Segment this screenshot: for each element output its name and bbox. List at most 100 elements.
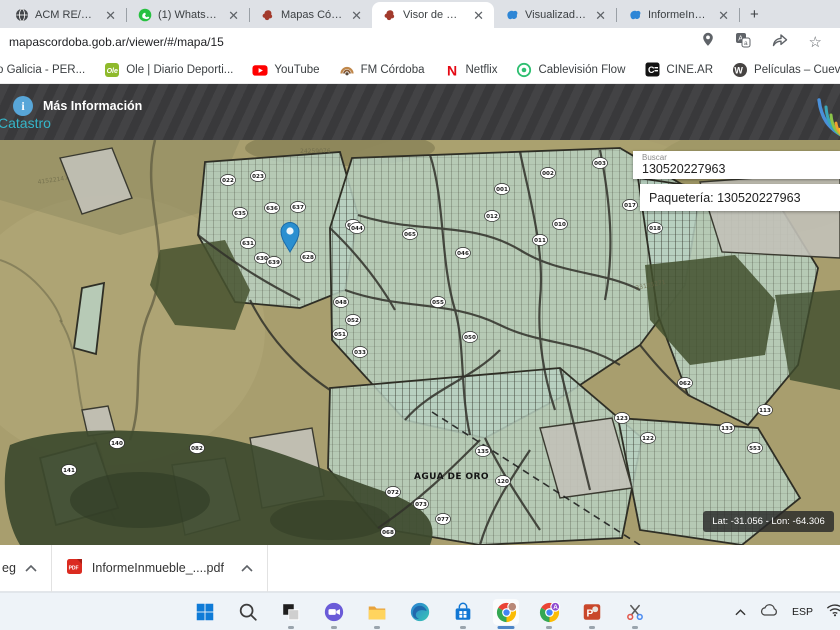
fm-cordoba-icon — [339, 62, 355, 78]
new-tab-button[interactable]: + — [750, 6, 759, 23]
chrome-profile-2-icon[interactable]: A — [536, 599, 562, 625]
bookmark-fm-cordoba[interactable]: FM Córdoba — [339, 62, 425, 78]
catastro-label: Catastro — [0, 115, 51, 131]
edge-browser-icon[interactable] — [407, 599, 433, 625]
language-indicator[interactable]: ESP — [792, 606, 813, 618]
cinear-icon: C — [644, 62, 660, 78]
tab-label: Mapas Córdoba — [281, 9, 343, 21]
svg-text:Ole: Ole — [107, 68, 118, 75]
parcel-badge-number: 044 — [351, 226, 363, 232]
share-icon[interactable] — [772, 33, 788, 52]
parcel-badge-number: 639 — [268, 260, 280, 266]
whatsapp-icon — [137, 8, 152, 23]
close-icon[interactable]: ✕ — [593, 9, 608, 22]
tab-label: InformeInmueble — [648, 9, 710, 21]
windows-taskbar: A P ESP — [0, 592, 840, 630]
close-icon[interactable]: ✕ — [349, 9, 364, 22]
more-info-button[interactable]: i Más Información — [13, 96, 142, 116]
divider — [267, 545, 268, 592]
powerpoint-icon[interactable]: P — [579, 599, 605, 625]
svg-text:N: N — [447, 62, 457, 78]
parcel-badge-number: 072 — [387, 490, 399, 496]
task-view-icon[interactable] — [278, 599, 304, 625]
parcel-badge-number: 140 — [111, 441, 123, 447]
search-suggestion[interactable]: Paquetería: 130520227963 — [640, 184, 840, 211]
parcel-badge-number: 628 — [302, 255, 314, 261]
bookmark-netflix[interactable]: N Netflix — [444, 62, 498, 78]
bookmark-ole[interactable]: Ole Ole | Diario Deporti... — [104, 62, 233, 78]
microsoft-store-icon[interactable] — [450, 599, 476, 625]
tab-label: Visor de Mapas — [403, 9, 465, 21]
pdf-file-icon: PDF — [66, 558, 83, 578]
tab-visualizador-catastral[interactable]: Visualizador Catas ✕ — [494, 2, 616, 28]
mapas-cordoba-icon — [382, 8, 397, 23]
download-item-truncated[interactable]: eg — [0, 545, 51, 592]
parcel-badge-number: 637 — [292, 205, 304, 211]
wifi-icon[interactable] — [826, 603, 840, 622]
svg-text:C: C — [648, 65, 655, 75]
url-field[interactable]: mapascordoba.gob.ar/viewer/#/mapa/15 — [9, 35, 702, 49]
place-label-agua-de-oro: AGUA DE ORO — [414, 472, 489, 482]
parcel-badge-number: 553 — [749, 446, 761, 452]
parcel-badge-number: 012 — [486, 214, 498, 220]
close-icon[interactable]: ✕ — [226, 9, 241, 22]
chevron-up-icon[interactable] — [25, 565, 37, 572]
mapas-cordoba-icon — [260, 8, 275, 23]
location-pin-icon[interactable] — [702, 32, 714, 52]
parcel-badge-number: 073 — [415, 502, 427, 508]
svg-text:PDF: PDF — [69, 566, 79, 572]
search-label: Buscar — [642, 154, 840, 162]
onedrive-cloud-icon[interactable] — [759, 603, 779, 622]
map-search-box[interactable]: Buscar 130520227963 — [633, 151, 840, 179]
file-explorer-icon[interactable] — [364, 599, 390, 625]
parcel-badge-number: 010 — [554, 222, 566, 228]
faint-parcel-number: 24259076 — [300, 148, 331, 155]
tab-mapas-cordoba[interactable]: Mapas Córdoba ✕ — [250, 2, 372, 28]
chrome-profile-1-icon[interactable] — [493, 599, 519, 625]
parcel-badge-number: 077 — [437, 517, 449, 523]
chevron-up-icon[interactable] — [241, 565, 253, 572]
chevron-up-icon[interactable] — [735, 603, 746, 621]
bookmark-cuevana[interactable]: W Películas – Cuevana... — [732, 62, 840, 78]
start-button[interactable] — [192, 599, 218, 625]
map-viewport[interactable]: 41522147 24259076 33185271 AGUA DE ORO 0… — [0, 140, 840, 545]
parcel-badge-number: 033 — [354, 350, 366, 356]
screen: ACM RE/MAX ✕ (1) WhatsApp ✕ Mapas Córdob… — [0, 0, 840, 630]
mapascordoba-logo-icon — [816, 94, 840, 140]
bookmarks-bar: o Galicia - PER... Ole Ole | Diario Depo… — [0, 56, 840, 84]
tab-divider — [739, 8, 740, 22]
bookmark-youtube[interactable]: YouTube — [252, 62, 319, 78]
search-icon[interactable] — [235, 599, 261, 625]
catastro-blue-icon — [627, 8, 642, 23]
bookmark-cinear[interactable]: C CINE.AR — [644, 62, 713, 78]
ole-icon: Ole — [104, 62, 120, 78]
snipping-tool-icon[interactable] — [622, 599, 648, 625]
close-icon[interactable]: ✕ — [716, 9, 731, 22]
search-input[interactable]: 130520227963 — [642, 162, 840, 176]
chat-icon[interactable] — [321, 599, 347, 625]
translate-icon[interactable]: Aa — [735, 32, 751, 53]
parcel-badge-number: 052 — [347, 318, 359, 324]
download-item-pdf[interactable]: PDF InformeInmueble_....pdf — [52, 545, 267, 592]
parcel-badge-number: 113 — [759, 408, 771, 414]
parcel-badge-number: 017 — [624, 203, 636, 209]
svg-text:a: a — [744, 40, 748, 47]
bookmark-cablevision-flow[interactable]: Cablevisión Flow — [516, 62, 625, 78]
tab-visor-de-mapas-active[interactable]: Visor de Mapas ✕ — [372, 2, 494, 28]
tab-informeinmueble[interactable]: InformeInmueble ✕ — [617, 2, 739, 28]
tab-acm-remax[interactable]: ACM RE/MAX ✕ — [4, 2, 126, 28]
parcel-badge-number: 011 — [534, 238, 546, 244]
bookmark-galicia[interactable]: o Galicia - PER... — [0, 64, 85, 76]
star-icon[interactable]: ☆ — [809, 33, 822, 51]
info-icon: i — [13, 96, 33, 116]
close-icon[interactable]: ✕ — [103, 9, 118, 22]
parcel-badge-number: 630 — [256, 256, 268, 262]
coordinates-readout: Lat: -31.056 - Lon: -64.306 — [703, 511, 834, 532]
close-icon[interactable]: ✕ — [471, 9, 486, 22]
flow-icon — [516, 62, 532, 78]
tab-label: (1) WhatsApp — [158, 9, 220, 21]
parcel-badge-number: 068 — [382, 530, 394, 536]
tab-whatsapp[interactable]: (1) WhatsApp ✕ — [127, 2, 249, 28]
parcel-badge-number: 023 — [252, 174, 264, 180]
youtube-icon — [252, 62, 268, 78]
